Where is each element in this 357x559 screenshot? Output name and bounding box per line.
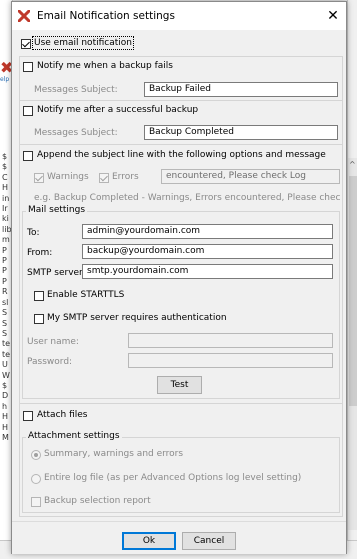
attachment-settings-label: Attachment settings — [26, 431, 122, 441]
mail-settings-group — [22, 211, 340, 399]
email-notification-dialog: Email Notification settings ✕ Use email … — [11, 1, 347, 554]
cancel-button[interactable]: Cancel — [182, 532, 236, 550]
dialog-content: Use email notification Notify me when a … — [12, 30, 346, 521]
errors-checkbox[interactable] — [99, 173, 109, 183]
attach-files-checkbox[interactable] — [23, 411, 33, 421]
notify-fail-checkbox[interactable] — [23, 62, 33, 72]
use-email-checkbox[interactable] — [21, 39, 31, 49]
test-button-label: Test — [170, 380, 189, 390]
scroll-up-arrow-icon[interactable]: ^ — [349, 160, 356, 169]
success-subject-input[interactable]: Backup Completed — [144, 125, 338, 140]
ok-button-label: Ok — [142, 536, 156, 546]
background-logo-label: elp — [0, 76, 10, 83]
dialog-footer: Ok Cancel — [12, 521, 346, 554]
from-label: From: — [27, 248, 53, 258]
ok-button[interactable]: Ok — [122, 532, 176, 550]
password-input[interactable] — [128, 353, 333, 368]
window-title: Email Notification settings — [37, 10, 175, 22]
close-icon[interactable]: ✕ — [324, 7, 342, 25]
cancel-button-label: Cancel — [193, 536, 225, 546]
success-subject-label: Messages Subject: — [34, 128, 118, 138]
entire-log-label[interactable]: Entire log file (as per Advanced Options… — [44, 473, 301, 483]
append-message-input[interactable]: encountered, Please check Log — [161, 169, 340, 184]
to-input[interactable]: admin@yourdomain.com — [82, 224, 333, 239]
attach-files-label[interactable]: Attach files — [37, 410, 87, 420]
notify-fail-label[interactable]: Notify me when a backup fails — [37, 61, 173, 71]
warnings-checkbox[interactable] — [34, 173, 44, 183]
smtp-auth-checkbox[interactable] — [34, 314, 44, 324]
to-label: To: — [27, 228, 40, 238]
smtp-server-label: SMTP server: — [27, 268, 86, 278]
app-icon — [18, 10, 30, 22]
smtp-server-input[interactable]: smtp.yourdomain.com — [82, 264, 333, 279]
fail-subject-input[interactable]: Backup Failed — [144, 82, 338, 97]
errors-label[interactable]: Errors — [112, 172, 139, 182]
username-input[interactable] — [128, 333, 333, 348]
from-input[interactable]: backup@yourdomain.com — [82, 244, 333, 259]
warnings-label[interactable]: Warnings — [47, 172, 89, 182]
starttls-label[interactable]: Enable STARTTLS — [47, 290, 124, 300]
smtp-auth-label[interactable]: My SMTP server requires authentication — [47, 313, 227, 323]
title-bar: Email Notification settings ✕ — [12, 2, 346, 30]
use-email-label[interactable]: Use email notification — [32, 36, 134, 50]
background-scrollbar[interactable]: ^ — [347, 158, 357, 530]
notify-success-label[interactable]: Notify me after a successful backup — [37, 105, 198, 115]
selection-report-checkbox[interactable] — [31, 497, 41, 507]
append-example-text: e.g. Backup Completed - Warnings, Errors… — [34, 193, 340, 203]
username-label: User name: — [27, 337, 79, 347]
password-label: Password: — [27, 357, 73, 367]
entire-log-radio[interactable] — [31, 474, 41, 484]
starttls-checkbox[interactable] — [34, 291, 44, 301]
append-subject-checkbox[interactable] — [23, 151, 33, 161]
test-button[interactable]: Test — [157, 376, 202, 394]
summary-label[interactable]: Summary, warnings and errors — [44, 449, 183, 459]
fail-subject-label: Messages Subject: — [34, 85, 118, 95]
mail-settings-label: Mail settings — [26, 205, 88, 215]
notify-success-checkbox[interactable] — [23, 106, 33, 116]
summary-radio[interactable] — [31, 450, 41, 460]
append-subject-label[interactable]: Append the subject line with the followi… — [37, 150, 326, 160]
scrollbar-thumb[interactable] — [349, 176, 357, 406]
selection-report-label[interactable]: Backup selection report — [44, 496, 151, 506]
